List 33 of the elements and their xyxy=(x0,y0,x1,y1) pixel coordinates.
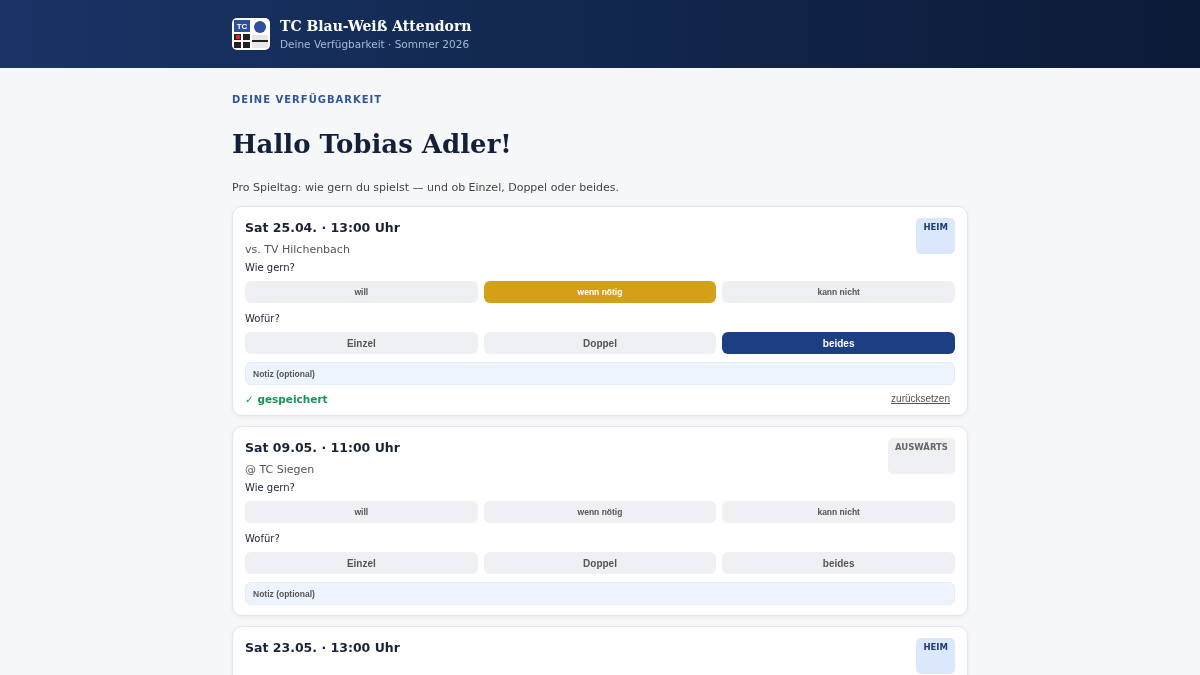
match-type-option[interactable]: Doppel xyxy=(483,332,717,354)
question-label: Wie gern? xyxy=(245,262,295,273)
match-type-option[interactable]: Einzel xyxy=(245,332,478,354)
opponent-name: @ TC Siegen xyxy=(245,463,316,476)
match-type-option[interactable]: beides xyxy=(722,552,955,574)
note-field[interactable]: Notiz (optional) xyxy=(245,582,955,605)
venue-badge: HEIM xyxy=(916,218,955,254)
intro-text: Pro Spieltag: wie gern du spielst — und ob Einzel, Doppel oder beides. xyxy=(232,181,620,194)
note-field[interactable]: Notiz (optional) xyxy=(245,362,955,385)
venue-badge: AUSWÄRTS xyxy=(888,438,955,474)
match-type-option[interactable]: Einzel xyxy=(245,552,478,574)
preference-option[interactable]: will xyxy=(245,501,478,523)
club-logo-icon: TC xyxy=(232,18,270,50)
match-type-option[interactable]: beides xyxy=(722,332,955,354)
match-date: Sat 09.05. · 11:00 Uhr xyxy=(245,440,400,455)
preference-option[interactable]: kann nicht xyxy=(722,501,955,523)
section-eyebrow: DEINE VERFÜGBARKEIT xyxy=(232,94,384,105)
preference-option[interactable]: wenn nötig xyxy=(483,501,717,523)
question-label: Wofür? xyxy=(245,313,280,324)
club-name: TC Blau-Weiß Attendorn xyxy=(280,18,472,34)
greeting-heading: Hallo Tobias Adler! xyxy=(232,129,512,159)
match-date: Sat 23.05. · 13:00 Uhr xyxy=(245,640,400,655)
preference-option[interactable]: kann nicht xyxy=(722,281,955,303)
saved-status: ✓ gespeichert xyxy=(245,393,328,405)
question-label: Wie gern? xyxy=(245,482,295,493)
venue-badge: HEIM xyxy=(916,638,955,674)
question-label: Wofür? xyxy=(245,533,280,544)
reset-link[interactable]: zurücksetzen xyxy=(891,393,950,405)
preference-option[interactable]: will xyxy=(245,281,478,303)
match-type-option[interactable]: Doppel xyxy=(483,552,717,574)
opponent-name: vs. TV Hilchenbach xyxy=(245,243,351,256)
header-subtitle: Deine Verfügbarkeit · Sommer 2026 xyxy=(280,38,471,50)
match-date: Sat 25.04. · 13:00 Uhr xyxy=(245,220,400,235)
